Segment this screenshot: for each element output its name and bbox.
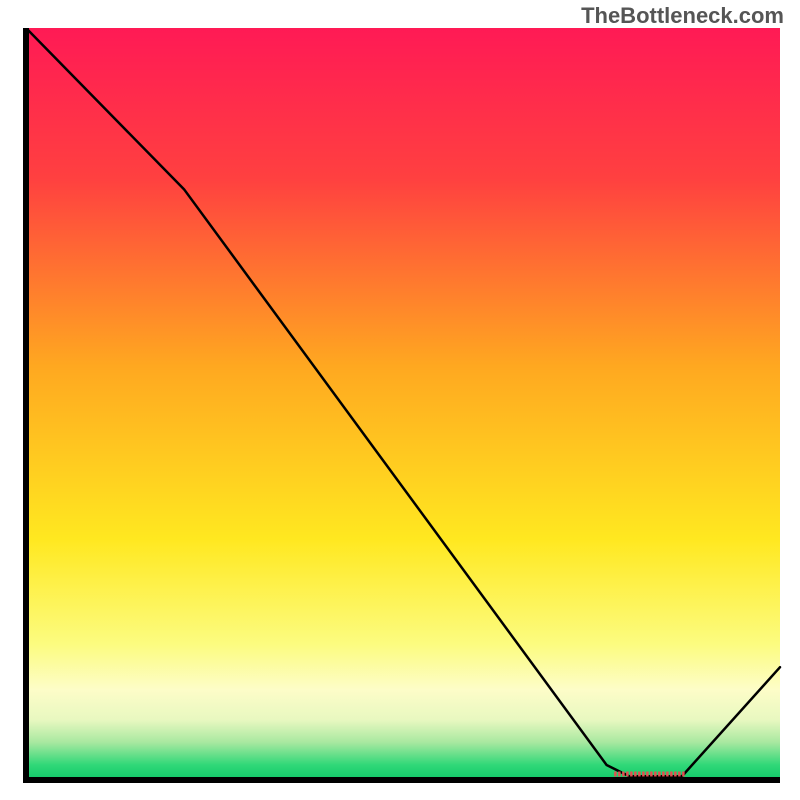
bottleneck-chart [22,28,784,785]
chart-container [22,28,784,785]
gradient-background [26,28,780,780]
watermark-text: TheBottleneck.com [581,3,784,29]
